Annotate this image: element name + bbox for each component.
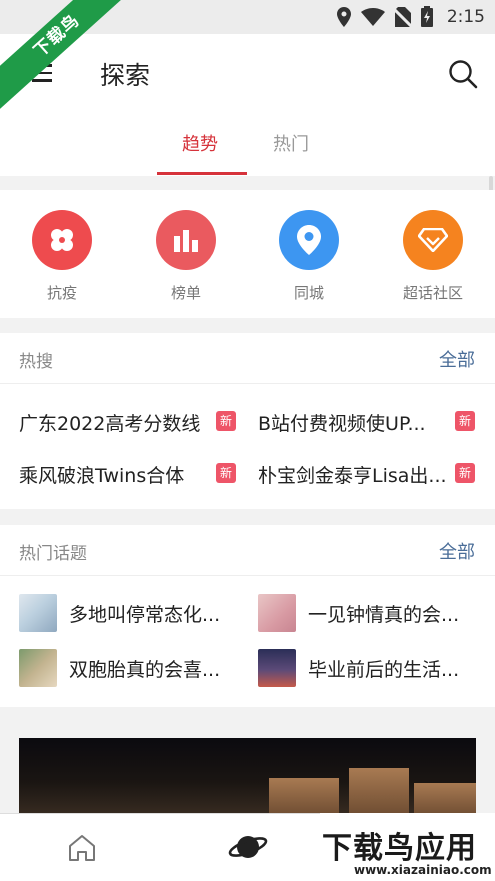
hot-search-text: 朴宝剑金泰亨Lisa出... xyxy=(258,465,447,487)
card-header: 热搜 全部 xyxy=(0,333,495,384)
active-tab-indicator xyxy=(157,172,247,175)
new-badge: 新 xyxy=(455,463,475,483)
hot-search-text: 乘风破浪Twins合体 xyxy=(19,465,185,487)
quick-entry-super-topic[interactable]: 超话社区 xyxy=(393,210,473,303)
quick-entry-label: 抗疫 xyxy=(46,284,77,302)
watermark-ribbon: 下载鸟 xyxy=(0,0,130,110)
card-header: 热门话题 全部 xyxy=(0,525,495,576)
watermark-site-text: www.xiazainiao.com xyxy=(354,863,492,877)
hot-search-card: 热搜 全部 广东2022高考分数线 新 B站付费视频使UP... 新 乘风破浪T… xyxy=(0,333,495,509)
quick-entry-anti-epidemic[interactable]: 抗疫 xyxy=(22,210,102,303)
quick-entry-ranking[interactable]: 榜单 xyxy=(146,210,226,303)
card-title: 热搜 xyxy=(19,352,53,372)
new-badge: 新 xyxy=(216,463,236,483)
hot-search-text: B站付费视频使UP... xyxy=(258,413,426,435)
search-icon[interactable] xyxy=(448,59,478,89)
status-time: 2:15 xyxy=(446,6,485,27)
quick-entry-label: 榜单 xyxy=(170,284,201,302)
hot-search-item[interactable]: 朴宝剑金泰亨Lisa出... xyxy=(258,461,447,488)
topic-text: 双胞胎真的会喜... xyxy=(69,659,221,681)
quick-entries: 抗疫 榜单 同城 超话社区 xyxy=(0,190,495,318)
promo-banner[interactable] xyxy=(19,738,476,818)
tab-hot[interactable]: 热门 xyxy=(273,130,309,156)
planet-icon[interactable] xyxy=(228,829,268,865)
quick-entry-label: 超话社区 xyxy=(402,284,463,302)
topic-text: 多地叫停常态化... xyxy=(69,604,221,626)
clover-icon xyxy=(32,210,92,270)
tab-bar: 趋势 热门 xyxy=(0,122,495,176)
hot-search-item[interactable]: B站付费视频使UP... xyxy=(258,409,426,436)
banner-image-detail xyxy=(269,778,339,818)
hot-search-item[interactable]: 广东2022高考分数线 xyxy=(19,409,200,436)
topic-text: 一见钟情真的会... xyxy=(308,604,460,626)
wifi-icon xyxy=(360,7,385,26)
no-sim-icon xyxy=(394,6,411,27)
topic-text: 毕业前后的生活... xyxy=(308,659,460,681)
watermark-main-text: 下载鸟应用 xyxy=(322,831,477,866)
new-badge: 新 xyxy=(216,411,236,431)
hot-topics-card: 热门话题 全部 多地叫停常态化... 一见钟情真的会... 双胞胎真的会喜...… xyxy=(0,525,495,707)
watermark-ribbon-text: 下载鸟 xyxy=(0,0,130,110)
location-pin-icon xyxy=(279,210,339,270)
quick-entry-local[interactable]: 同城 xyxy=(269,210,349,303)
battery-icon xyxy=(420,6,433,27)
tab-trend[interactable]: 趋势 xyxy=(182,130,218,156)
home-icon[interactable] xyxy=(66,832,98,864)
status-icons: 2:15 xyxy=(336,6,485,27)
location-icon xyxy=(336,6,351,27)
card-title: 热门话题 xyxy=(19,544,87,564)
topic-thumbnail xyxy=(258,649,296,687)
topic-thumbnail xyxy=(258,594,296,632)
hot-search-item[interactable]: 乘风破浪Twins合体 xyxy=(19,461,184,488)
banner-image-detail xyxy=(349,768,409,818)
hot-topics-more-link[interactable]: 全部 xyxy=(439,538,475,564)
new-badge: 新 xyxy=(455,411,475,431)
quick-entry-label: 同城 xyxy=(293,284,324,302)
hot-search-text: 广东2022高考分数线 xyxy=(19,413,201,435)
hot-search-more-link[interactable]: 全部 xyxy=(439,346,475,372)
bar-chart-icon xyxy=(156,210,216,270)
watermark-logo: 下载鸟应用 www.xiazainiao.com xyxy=(320,813,495,880)
topic-thumbnail xyxy=(19,594,57,632)
topic-thumbnail xyxy=(19,649,57,687)
diamond-icon xyxy=(403,210,463,270)
